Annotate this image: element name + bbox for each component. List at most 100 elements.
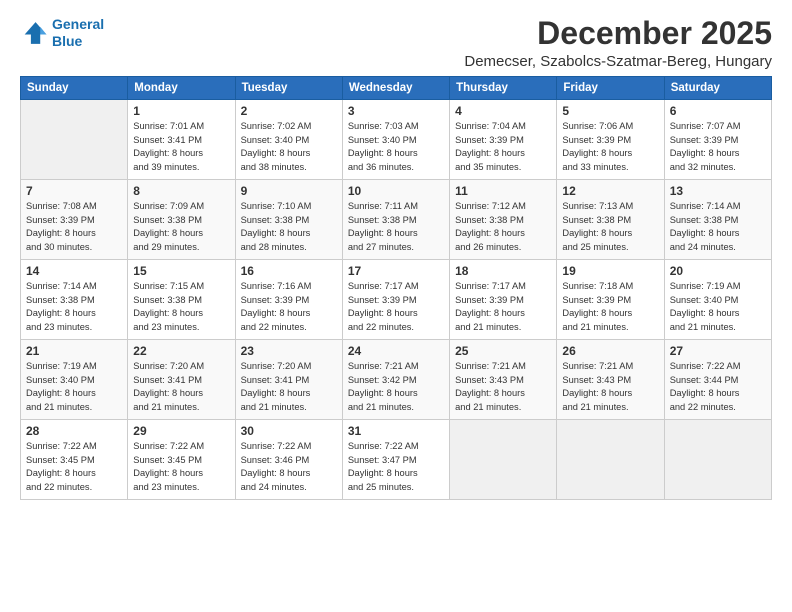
day-number: 7 bbox=[26, 184, 122, 198]
day-number: 30 bbox=[241, 424, 337, 438]
day-number: 29 bbox=[133, 424, 229, 438]
day-number: 23 bbox=[241, 344, 337, 358]
col-friday: Friday bbox=[557, 77, 664, 100]
col-thursday: Thursday bbox=[450, 77, 557, 100]
cell-content: Sunrise: 7:13 AM Sunset: 3:38 PM Dayligh… bbox=[562, 200, 658, 254]
calendar-cell: 24Sunrise: 7:21 AM Sunset: 3:42 PM Dayli… bbox=[342, 340, 449, 420]
cell-content: Sunrise: 7:09 AM Sunset: 3:38 PM Dayligh… bbox=[133, 200, 229, 254]
calendar-table: Sunday Monday Tuesday Wednesday Thursday… bbox=[20, 76, 772, 500]
week-row-1: 1 Sunrise: 7:01 AM Sunset: 3:41 PM Daylig… bbox=[21, 100, 772, 180]
page: General Blue December 2025 Demecser, Sza… bbox=[0, 0, 792, 612]
calendar-cell: 21 Sunrise: 7:19 AM Sunset: 3:40 PM Dayli… bbox=[21, 340, 128, 420]
day-number: 27 bbox=[670, 344, 766, 358]
cell-content: Sunrise: 7:21 AM Sunset: 3:43 PM Dayligh… bbox=[455, 360, 551, 414]
day-number: 1 bbox=[133, 104, 229, 118]
cell-content: Sunrise: 7:22 AM Sunset: 3:45 PM Dayligh… bbox=[133, 440, 229, 494]
calendar-cell: 10Sunrise: 7:11 AM Sunset: 3:38 PM Dayli… bbox=[342, 180, 449, 260]
cell-content: Sunrise: 7:04 AM Sunset: 3:39 PM Dayligh… bbox=[455, 120, 551, 174]
calendar-cell: 6 Sunrise: 7:07 AM Sunset: 3:39 PM Daylig… bbox=[664, 100, 771, 180]
week-row-5: 28 Sunrise: 7:22 AM Sunset: 3:45 PM Dayli… bbox=[21, 420, 772, 500]
day-number: 18 bbox=[455, 264, 551, 278]
day-number: 20 bbox=[670, 264, 766, 278]
calendar-cell: 28 Sunrise: 7:22 AM Sunset: 3:45 PM Dayli… bbox=[21, 420, 128, 500]
week-row-4: 21 Sunrise: 7:19 AM Sunset: 3:40 PM Dayli… bbox=[21, 340, 772, 420]
col-sunday: Sunday bbox=[21, 77, 128, 100]
cell-content: Sunrise: 7:08 AM Sunset: 3:39 PM Dayligh… bbox=[26, 200, 122, 254]
day-number: 14 bbox=[26, 264, 122, 278]
header: General Blue December 2025 Demecser, Sza… bbox=[20, 16, 772, 70]
col-wednesday: Wednesday bbox=[342, 77, 449, 100]
day-number: 16 bbox=[241, 264, 337, 278]
cell-content: Sunrise: 7:01 AM Sunset: 3:41 PM Dayligh… bbox=[133, 120, 229, 174]
calendar-cell: 16 Sunrise: 7:16 AM Sunset: 3:39 PM Dayli… bbox=[235, 260, 342, 340]
calendar-cell: 18 Sunrise: 7:17 AM Sunset: 3:39 PM Dayli… bbox=[450, 260, 557, 340]
calendar-cell: 5Sunrise: 7:06 AM Sunset: 3:39 PM Daylig… bbox=[557, 100, 664, 180]
logo-text: General Blue bbox=[52, 16, 104, 50]
cell-content: Sunrise: 7:16 AM Sunset: 3:39 PM Dayligh… bbox=[241, 280, 337, 334]
calendar-cell: 3Sunrise: 7:03 AM Sunset: 3:40 PM Daylig… bbox=[342, 100, 449, 180]
logo: General Blue bbox=[20, 16, 104, 50]
col-saturday: Saturday bbox=[664, 77, 771, 100]
cell-content: Sunrise: 7:20 AM Sunset: 3:41 PM Dayligh… bbox=[241, 360, 337, 414]
calendar-cell: 11Sunrise: 7:12 AM Sunset: 3:38 PM Dayli… bbox=[450, 180, 557, 260]
week-row-3: 14 Sunrise: 7:14 AM Sunset: 3:38 PM Dayli… bbox=[21, 260, 772, 340]
calendar-cell: 27Sunrise: 7:22 AM Sunset: 3:44 PM Dayli… bbox=[664, 340, 771, 420]
logo-icon bbox=[20, 19, 48, 47]
calendar-cell: 23 Sunrise: 7:20 AM Sunset: 3:41 PM Dayli… bbox=[235, 340, 342, 420]
day-number: 21 bbox=[26, 344, 122, 358]
week-row-2: 7 Sunrise: 7:08 AM Sunset: 3:39 PM Daylig… bbox=[21, 180, 772, 260]
calendar-cell: 20 Sunrise: 7:19 AM Sunset: 3:40 PM Dayli… bbox=[664, 260, 771, 340]
calendar-cell: 7 Sunrise: 7:08 AM Sunset: 3:39 PM Daylig… bbox=[21, 180, 128, 260]
header-row: Sunday Monday Tuesday Wednesday Thursday… bbox=[21, 77, 772, 100]
day-number: 24 bbox=[348, 344, 444, 358]
calendar-cell bbox=[450, 420, 557, 500]
cell-content: Sunrise: 7:20 AM Sunset: 3:41 PM Dayligh… bbox=[133, 360, 229, 414]
day-number: 15 bbox=[133, 264, 229, 278]
cell-content: Sunrise: 7:07 AM Sunset: 3:39 PM Dayligh… bbox=[670, 120, 766, 174]
day-number: 28 bbox=[26, 424, 122, 438]
day-number: 9 bbox=[241, 184, 337, 198]
cell-content: Sunrise: 7:15 AM Sunset: 3:38 PM Dayligh… bbox=[133, 280, 229, 334]
logo-line2: Blue bbox=[52, 33, 82, 49]
location-subtitle: Demecser, Szabolcs-Szatmar-Bereg, Hungar… bbox=[464, 53, 772, 70]
cell-content: Sunrise: 7:21 AM Sunset: 3:43 PM Dayligh… bbox=[562, 360, 658, 414]
day-number: 31 bbox=[348, 424, 444, 438]
calendar-cell: 15 Sunrise: 7:15 AM Sunset: 3:38 PM Dayli… bbox=[128, 260, 235, 340]
cell-content: Sunrise: 7:19 AM Sunset: 3:40 PM Dayligh… bbox=[26, 360, 122, 414]
cell-content: Sunrise: 7:22 AM Sunset: 3:45 PM Dayligh… bbox=[26, 440, 122, 494]
calendar-cell: 17Sunrise: 7:17 AM Sunset: 3:39 PM Dayli… bbox=[342, 260, 449, 340]
day-number: 6 bbox=[670, 104, 766, 118]
day-number: 22 bbox=[133, 344, 229, 358]
calendar-cell: 1 Sunrise: 7:01 AM Sunset: 3:41 PM Daylig… bbox=[128, 100, 235, 180]
day-number: 17 bbox=[348, 264, 444, 278]
cell-content: Sunrise: 7:19 AM Sunset: 3:40 PM Dayligh… bbox=[670, 280, 766, 334]
day-number: 25 bbox=[455, 344, 551, 358]
calendar-cell: 25 Sunrise: 7:21 AM Sunset: 3:43 PM Dayli… bbox=[450, 340, 557, 420]
calendar-cell: 9 Sunrise: 7:10 AM Sunset: 3:38 PM Daylig… bbox=[235, 180, 342, 260]
calendar-cell: 31 Sunrise: 7:22 AM Sunset: 3:47 PM Dayli… bbox=[342, 420, 449, 500]
cell-content: Sunrise: 7:06 AM Sunset: 3:39 PM Dayligh… bbox=[562, 120, 658, 174]
day-number: 3 bbox=[348, 104, 444, 118]
calendar-cell: 22 Sunrise: 7:20 AM Sunset: 3:41 PM Dayli… bbox=[128, 340, 235, 420]
cell-content: Sunrise: 7:22 AM Sunset: 3:47 PM Dayligh… bbox=[348, 440, 444, 494]
calendar-cell bbox=[21, 100, 128, 180]
calendar-cell bbox=[557, 420, 664, 500]
calendar-cell: 26Sunrise: 7:21 AM Sunset: 3:43 PM Dayli… bbox=[557, 340, 664, 420]
day-number: 4 bbox=[455, 104, 551, 118]
cell-content: Sunrise: 7:22 AM Sunset: 3:46 PM Dayligh… bbox=[241, 440, 337, 494]
col-monday: Monday bbox=[128, 77, 235, 100]
calendar-cell: 12Sunrise: 7:13 AM Sunset: 3:38 PM Dayli… bbox=[557, 180, 664, 260]
cell-content: Sunrise: 7:17 AM Sunset: 3:39 PM Dayligh… bbox=[455, 280, 551, 334]
cell-content: Sunrise: 7:14 AM Sunset: 3:38 PM Dayligh… bbox=[670, 200, 766, 254]
cell-content: Sunrise: 7:14 AM Sunset: 3:38 PM Dayligh… bbox=[26, 280, 122, 334]
col-tuesday: Tuesday bbox=[235, 77, 342, 100]
calendar-cell: 30 Sunrise: 7:22 AM Sunset: 3:46 PM Dayli… bbox=[235, 420, 342, 500]
cell-content: Sunrise: 7:02 AM Sunset: 3:40 PM Dayligh… bbox=[241, 120, 337, 174]
calendar-cell: 19Sunrise: 7:18 AM Sunset: 3:39 PM Dayli… bbox=[557, 260, 664, 340]
calendar-cell: 13 Sunrise: 7:14 AM Sunset: 3:38 PM Dayli… bbox=[664, 180, 771, 260]
logo-line1: General bbox=[52, 16, 104, 32]
day-number: 8 bbox=[133, 184, 229, 198]
calendar-cell: 2Sunrise: 7:02 AM Sunset: 3:40 PM Daylig… bbox=[235, 100, 342, 180]
day-number: 13 bbox=[670, 184, 766, 198]
cell-content: Sunrise: 7:10 AM Sunset: 3:38 PM Dayligh… bbox=[241, 200, 337, 254]
